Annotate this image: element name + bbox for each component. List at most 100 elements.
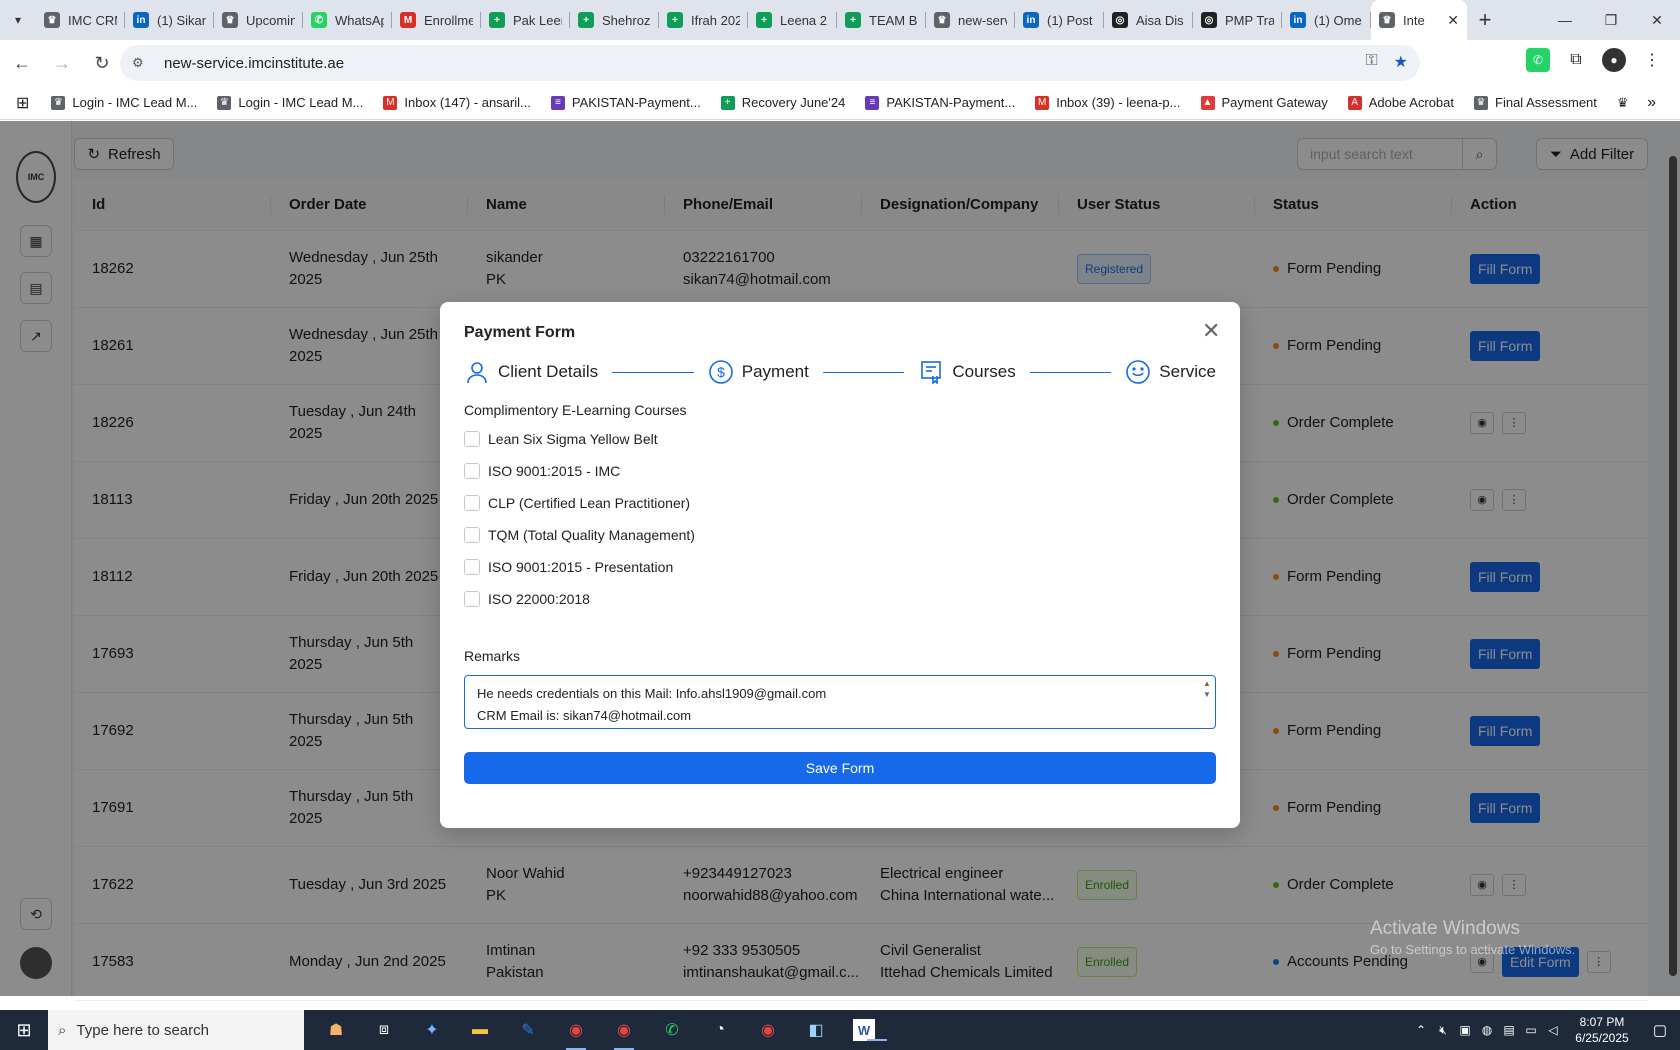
browser-tab[interactable]: in (1) Sikander xyxy=(125,0,214,40)
bookmark-item[interactable]: A Adobe Acrobat xyxy=(1347,95,1454,110)
browser-tab[interactable]: + Shehroz xyxy=(570,0,659,40)
tray-app-icon-2[interactable]: ▤ xyxy=(1498,1023,1520,1037)
notifications-icon[interactable]: ▢ xyxy=(1640,1021,1680,1039)
course-checkbox-row[interactable]: ISO 22000:2018 xyxy=(464,591,590,607)
tab-label: new-service xyxy=(958,12,1007,28)
back-icon[interactable]: ← xyxy=(4,45,40,81)
bookmark-item[interactable]: + Recovery June'24 xyxy=(720,95,845,110)
bookmark-item[interactable]: ≡ PAKISTAN-Payment... xyxy=(865,95,1015,110)
bookmark-star-icon[interactable]: ★ xyxy=(1394,52,1408,72)
browser-tab[interactable]: in (1) Post xyxy=(1015,0,1104,40)
search-icon: ⌕ xyxy=(58,1021,67,1039)
course-checkbox[interactable] xyxy=(464,527,480,543)
browser-tab[interactable]: ✆ WhatsApp xyxy=(303,0,392,40)
reload-icon[interactable]: ↻ xyxy=(84,45,120,81)
windows-start-icon[interactable]: ⊞ xyxy=(0,1010,48,1050)
people-news-icon[interactable]: ☗ xyxy=(312,1010,360,1050)
new-tab-button[interactable]: + xyxy=(1467,0,1503,40)
tab-label: Upcoming xyxy=(246,12,295,28)
bookmark-item[interactable]: M Inbox (147) - ansaril... xyxy=(383,95,531,110)
close-icon[interactable]: ✕ xyxy=(1202,318,1220,344)
step-courses[interactable]: Courses xyxy=(918,359,1016,385)
word-icon[interactable]: W xyxy=(853,1019,887,1041)
extensions-icon[interactable]: ⧉ xyxy=(1564,48,1588,72)
forward-icon[interactable]: → xyxy=(44,45,80,81)
course-checkbox[interactable] xyxy=(464,431,480,447)
step-client-details[interactable]: Client Details xyxy=(464,359,598,385)
course-checkbox[interactable] xyxy=(464,495,480,511)
site-info-icon[interactable]: ⚙ xyxy=(132,55,152,71)
window-controls: — ❐ ✕ xyxy=(1542,0,1680,40)
browser-tab[interactable]: M Enrollment xyxy=(392,0,481,40)
bookmark-label: Inbox (39) - leena-p... xyxy=(1056,95,1181,110)
tab-close-icon[interactable]: ✕ xyxy=(1447,12,1459,29)
restore-icon[interactable]: ❐ xyxy=(1588,0,1634,40)
course-checkbox[interactable] xyxy=(464,463,480,479)
browser-tab[interactable]: + Ifrah 2025 xyxy=(659,0,748,40)
page-scrollbar-thumb[interactable] xyxy=(1669,156,1677,976)
step-service[interactable]: Service xyxy=(1125,359,1216,385)
chrome-icon[interactable]: ◉ xyxy=(552,1010,600,1050)
copilot-icon[interactable]: ✦ xyxy=(408,1010,456,1050)
save-form-button[interactable]: Save Form xyxy=(464,752,1216,784)
notes-icon[interactable]: ◧ xyxy=(792,1010,840,1050)
browser-tab[interactable]: + Leena 2 xyxy=(748,0,837,40)
bookmark-item[interactable]: ≡ PAKISTAN-Payment... xyxy=(550,95,701,110)
app-icon[interactable]: ✎ xyxy=(504,1010,552,1050)
browser-tab[interactable]: in (1) Ome xyxy=(1282,0,1371,40)
more-bookmarks-icon[interactable]: » xyxy=(1647,94,1656,112)
course-checkbox-row[interactable]: CLP (Certified Lean Practitioner) xyxy=(464,495,690,511)
bookmark-item[interactable]: ♛ Login - IMC Lead M... xyxy=(51,95,197,110)
chevron-up-icon[interactable]: ⌃ xyxy=(1410,1023,1432,1037)
browser-tab[interactable]: ♛ new-service xyxy=(926,0,1015,40)
course-checkbox-row[interactable]: Lean Six Sigma Yellow Belt xyxy=(464,431,658,447)
tab-favicon-icon: ♛ xyxy=(222,12,238,28)
course-checkbox[interactable] xyxy=(464,559,480,575)
course-label: ISO 9001:2015 - IMC xyxy=(488,463,621,479)
task-view-icon[interactable]: ⧈ xyxy=(360,1010,408,1050)
profile-avatar-icon[interactable]: ● xyxy=(1602,48,1626,72)
bookmark-item[interactable]: ▲ Payment Gateway xyxy=(1200,95,1328,110)
browser-menu-icon[interactable]: ⋮ xyxy=(1640,48,1664,72)
browser-tab[interactable]: + Pak Leena xyxy=(481,0,570,40)
remarks-textarea[interactable] xyxy=(464,675,1216,729)
whatsapp-extension-icon[interactable]: ✆ xyxy=(1526,48,1550,72)
page-scrollbar[interactable] xyxy=(1666,140,1680,996)
bookmark-item[interactable]: M Inbox (39) - leena-p... xyxy=(1035,95,1181,110)
course-checkbox-row[interactable]: ISO 9001:2015 - IMC xyxy=(464,463,620,479)
browser-tab[interactable]: ◎ PMP Tra xyxy=(1193,0,1282,40)
bookmark-item[interactable]: ♛ Final Assessment xyxy=(1474,95,1597,110)
taskbar-clock[interactable]: 8:07 PM 6/25/2025 xyxy=(1564,1014,1640,1046)
browser-tab[interactable]: ♛ Upcoming xyxy=(214,0,303,40)
course-checkbox-row[interactable]: ISO 9001:2015 - Presentation xyxy=(464,559,673,575)
password-key-icon[interactable]: ⚿ xyxy=(1365,52,1377,72)
bookmark-label: Inbox (147) - ansaril... xyxy=(404,95,531,110)
browser-tab[interactable]: ♛ IMC CRM xyxy=(36,0,125,40)
volume-muted-icon[interactable]: 🔇︎ xyxy=(1432,1023,1454,1038)
browser-tab[interactable]: + TEAM B xyxy=(837,0,926,40)
taskbar-search[interactable]: ⌕ xyxy=(48,1010,304,1050)
course-checkbox-row[interactable]: TQM (Total Quality Management) xyxy=(464,527,695,543)
bookmark-item[interactable]: ♛ Login - IMC Lead M... xyxy=(217,95,363,110)
chrome-icon-2[interactable]: ◉ xyxy=(600,1010,648,1050)
apps-grid-icon[interactable]: ⊞ xyxy=(16,93,29,113)
address-bar[interactable]: ⚙ new-service.imcinstitute.ae ⚿ ★ xyxy=(120,45,1420,81)
speaker-icon[interactable]: ◁ xyxy=(1542,1023,1564,1037)
file-explorer-icon[interactable]: ▬ xyxy=(456,1010,504,1050)
remarks-scrollbar[interactable]: ▲ ▼ xyxy=(1202,678,1212,708)
browser-tab[interactable]: ◎ Aisa Dis xyxy=(1104,0,1193,40)
taskbar-search-input[interactable] xyxy=(76,1021,237,1039)
browser-tab-active[interactable]: ♛ Inte ✕ xyxy=(1371,0,1467,40)
tab-search-icon[interactable]: ▾ xyxy=(0,0,36,40)
clock-app-icon[interactable]: ◔ xyxy=(696,1010,744,1050)
network-icon[interactable]: ◍ xyxy=(1476,1023,1498,1037)
close-window-icon[interactable]: ✕ xyxy=(1634,0,1680,40)
display-icon[interactable]: ▭ xyxy=(1520,1023,1542,1037)
chrome-icon-3[interactable]: ◉ xyxy=(744,1010,792,1050)
minimize-icon[interactable]: — xyxy=(1542,0,1588,40)
whatsapp-icon[interactable]: ✆ xyxy=(648,1010,696,1050)
course-checkbox[interactable] xyxy=(464,591,480,607)
step-payment[interactable]: $ Payment xyxy=(708,359,809,385)
tray-app-icon[interactable]: ▣ xyxy=(1454,1023,1476,1037)
bookmark-extra-icon[interactable]: ♛ xyxy=(1617,95,1629,111)
